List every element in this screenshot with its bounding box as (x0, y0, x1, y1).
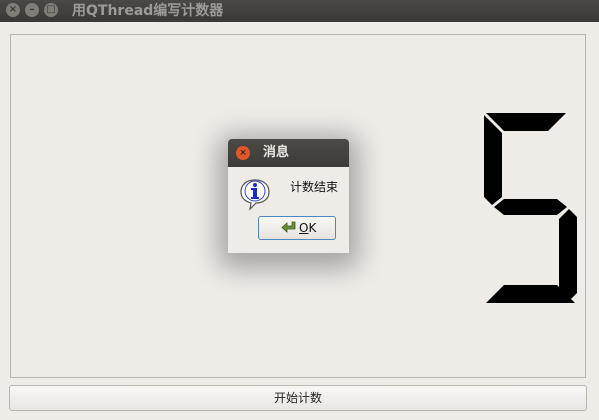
start-count-button[interactable]: 开始计数 (9, 385, 587, 411)
dialog-message: 计数结束 (290, 180, 339, 194)
window-title: 用QThread编写计数器 (72, 3, 224, 19)
enter-arrow-icon (281, 221, 296, 233)
lcd-segment-upper-left (484, 115, 502, 205)
dialog-title: 消息 (263, 145, 290, 160)
ok-button-label: OK (299, 217, 316, 239)
dialog-close-button[interactable]: × (236, 146, 250, 160)
ok-label-rest: K (308, 221, 317, 235)
lcd-digit (484, 113, 577, 303)
ok-button[interactable]: OK (258, 216, 336, 240)
lcd-segment-middle (494, 199, 567, 215)
window-minimize-button[interactable]: – (25, 3, 39, 17)
window-titlebar[interactable]: × – □ 用QThread编写计数器 (0, 0, 599, 22)
window-maximize-button[interactable]: □ (44, 3, 58, 17)
message-dialog: × 消息 计数结束 OK (228, 139, 349, 253)
lcd-segment-top (486, 113, 566, 131)
information-icon (240, 179, 270, 211)
lcd-segment-lower-right (559, 209, 577, 301)
window-close-button[interactable]: × (6, 3, 20, 17)
dialog-titlebar[interactable]: × 消息 (228, 139, 349, 167)
